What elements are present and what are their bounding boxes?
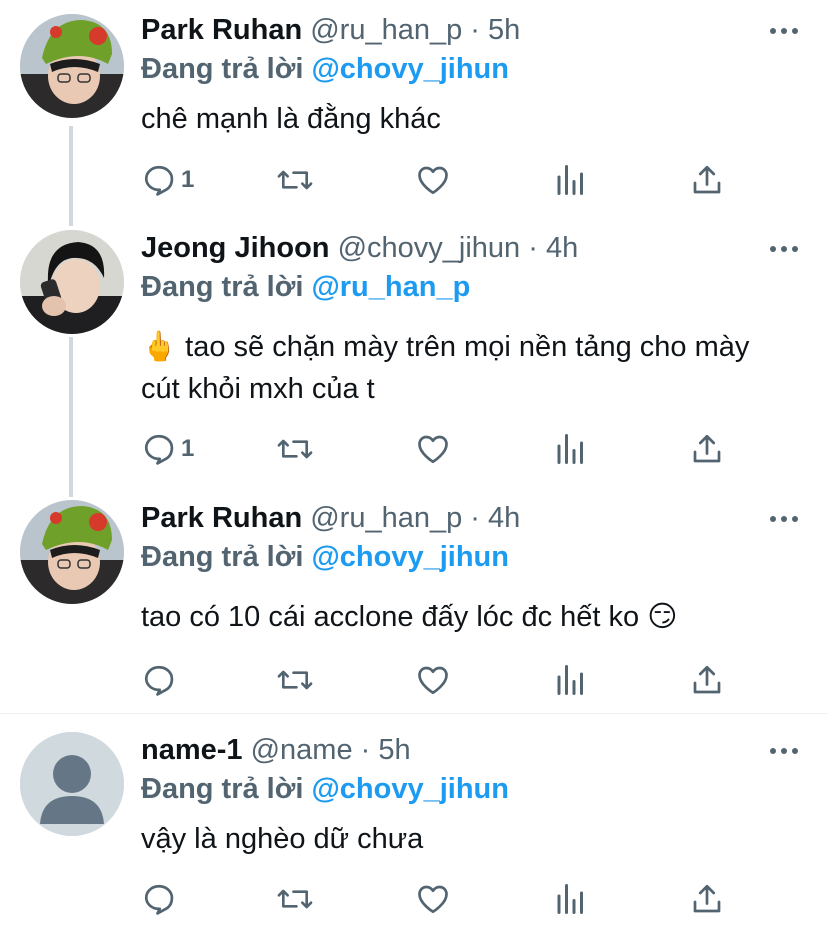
- views-icon: [557, 165, 583, 195]
- separator: ·: [360, 734, 371, 766]
- tweet-header: Jeong Jihoon @chovy_jihun · 4h: [141, 230, 578, 266]
- tweet-text-content: chê mạnh là đằng khác: [141, 103, 441, 135]
- reply-button[interactable]: [141, 660, 177, 700]
- views-button[interactable]: [553, 660, 589, 700]
- share-icon: [693, 434, 721, 463]
- reply-prefix: Đang trả lời: [141, 541, 304, 573]
- tweet-text: chê mạnh là đằng khác: [141, 98, 791, 140]
- separator: ·: [528, 232, 538, 264]
- reply-button[interactable]: [141, 879, 177, 919]
- tweet-text-content: vậy là nghèo dữ chưa: [141, 823, 424, 855]
- views-icon: [557, 665, 583, 695]
- avatar[interactable]: [20, 14, 124, 118]
- reply-prefix: Đang trả lời: [141, 53, 304, 85]
- replying-to: Đang trả lời @ru_han_p: [141, 269, 470, 305]
- retweet-button[interactable]: [276, 429, 314, 469]
- more-options-icon[interactable]: [770, 516, 798, 524]
- like-button[interactable]: [415, 660, 451, 700]
- tweet-header: Park Ruhan @ru_han_p · 4h: [141, 500, 520, 536]
- tweet-emoji: 🖕: [141, 331, 178, 363]
- avatar[interactable]: [20, 732, 124, 836]
- mention-link[interactable]: @chovy_jihun: [311, 541, 508, 573]
- tweet-header: name-1 @name · 5h: [141, 732, 411, 768]
- reply-count: 1: [181, 166, 195, 193]
- user-handle[interactable]: @chovy_jihun: [338, 232, 521, 264]
- like-icon: [418, 166, 448, 195]
- reply-button[interactable]: 1: [141, 429, 194, 469]
- timestamp[interactable]: 5h: [488, 14, 520, 46]
- tweet-text-content: tao sẽ chặn mày trên mọi nền tảng cho mà…: [141, 331, 750, 405]
- user-handle[interactable]: @ru_han_p: [310, 14, 462, 46]
- retweet-icon: [277, 170, 313, 190]
- retweet-icon: [277, 889, 313, 909]
- mention-link[interactable]: @chovy_jihun: [311, 773, 508, 805]
- timestamp[interactable]: 4h: [488, 502, 520, 534]
- tweet-text: vậy là nghèo dữ chưa: [141, 818, 791, 860]
- display-name[interactable]: name-1: [141, 734, 243, 766]
- user-handle[interactable]: @ru_han_p: [310, 502, 462, 534]
- reply-icon: [144, 884, 174, 915]
- share-icon: [693, 165, 721, 194]
- replying-to: Đang trả lời @chovy_jihun: [141, 771, 509, 807]
- like-icon: [418, 885, 448, 914]
- avatar[interactable]: [20, 500, 124, 604]
- tweet-text-content: tao có 10 cái acclone đấy lóc đc hết ko: [141, 601, 640, 633]
- replying-to: Đang trả lời @chovy_jihun: [141, 539, 509, 575]
- reply-prefix: Đang trả lời: [141, 773, 304, 805]
- share-button[interactable]: [689, 660, 725, 700]
- more-options-icon[interactable]: [770, 28, 798, 36]
- share-button[interactable]: [689, 160, 725, 200]
- views-icon: [557, 884, 583, 914]
- retweet-button[interactable]: [276, 160, 314, 200]
- reply-icon: [144, 165, 174, 196]
- more-options-icon[interactable]: [770, 748, 798, 756]
- display-name[interactable]: Park Ruhan: [141, 502, 302, 534]
- share-icon: [693, 884, 721, 913]
- reply-count: 1: [181, 435, 195, 462]
- separator: ·: [470, 14, 480, 46]
- retweet-icon: [277, 439, 313, 459]
- more-options-icon[interactable]: [770, 246, 798, 254]
- like-button[interactable]: [415, 879, 451, 919]
- mention-link[interactable]: @chovy_jihun: [311, 53, 508, 85]
- like-icon: [418, 435, 448, 464]
- timestamp[interactable]: 5h: [378, 734, 410, 766]
- replying-to: Đang trả lời @chovy_jihun: [141, 51, 509, 87]
- views-button[interactable]: [553, 879, 589, 919]
- timestamp[interactable]: 4h: [546, 232, 578, 264]
- views-button[interactable]: [553, 429, 589, 469]
- display-name[interactable]: Park Ruhan: [141, 14, 302, 46]
- share-icon: [693, 665, 721, 694]
- share-button[interactable]: [689, 879, 725, 919]
- reply-button[interactable]: 1: [141, 160, 194, 200]
- display-name[interactable]: Jeong Jihoon: [141, 232, 330, 264]
- tweet-header: Park Ruhan @ru_han_p · 5h: [141, 12, 520, 48]
- thread-connector: [69, 337, 73, 497]
- reply-icon: [144, 665, 174, 696]
- retweet-button[interactable]: [276, 660, 314, 700]
- mention-link[interactable]: @ru_han_p: [311, 271, 470, 303]
- avatar[interactable]: [20, 230, 124, 334]
- separator: ·: [470, 502, 480, 534]
- like-button[interactable]: [415, 429, 451, 469]
- like-icon: [418, 666, 448, 695]
- retweet-icon: [277, 670, 313, 690]
- views-button[interactable]: [553, 160, 589, 200]
- tweet-divider: [0, 713, 828, 714]
- tweet-emoji: 😏: [647, 601, 678, 633]
- retweet-button[interactable]: [276, 879, 314, 919]
- tweet-text: tao có 10 cái acclone đấy lóc đc hết ko …: [141, 596, 791, 638]
- like-button[interactable]: [415, 160, 451, 200]
- share-button[interactable]: [689, 429, 725, 469]
- tweet-text: 🖕 tao sẽ chặn mày trên mọi nền tảng cho …: [141, 326, 791, 410]
- reply-prefix: Đang trả lời: [141, 271, 304, 303]
- views-icon: [557, 434, 583, 464]
- user-handle[interactable]: @name: [251, 734, 353, 766]
- thread-connector: [69, 126, 73, 226]
- reply-icon: [144, 434, 174, 465]
